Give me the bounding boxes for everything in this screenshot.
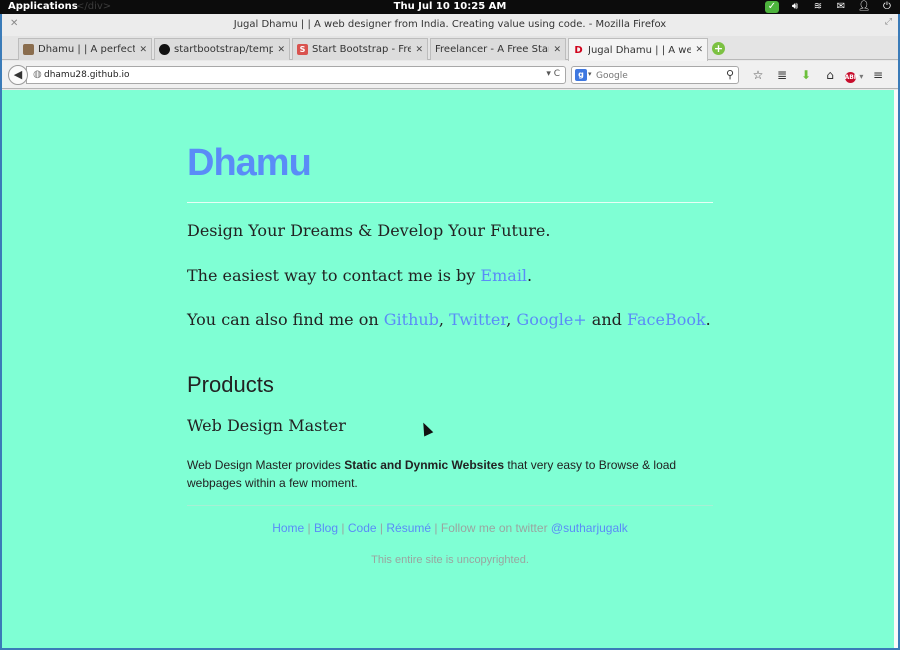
url-dropdown-reload-icon[interactable]: ▾ C xyxy=(546,69,560,79)
copyright-text: This entire site is uncopyrighted. xyxy=(371,554,529,566)
footer-resume-link[interactable]: Résumé xyxy=(386,521,431,535)
search-icon[interactable]: ⚲ xyxy=(726,68,734,81)
download-icon[interactable]: ⬇ xyxy=(794,68,818,82)
search-engine-dropdown-icon[interactable]: ▾ xyxy=(588,70,592,78)
tab-startbootstrap-templates[interactable]: startbootstrap/templates/f... ✕ xyxy=(154,38,290,60)
site-brand[interactable]: Dhamu xyxy=(187,142,312,185)
divider xyxy=(187,202,713,203)
home-icon[interactable]: ⌂ xyxy=(818,68,842,82)
github-icon xyxy=(159,44,170,55)
d-favicon-icon: D xyxy=(574,44,583,56)
startbootstrap-icon: S xyxy=(297,44,308,55)
social-line: You can also find me on Github, Twitter,… xyxy=(187,310,711,329)
update-ok-icon[interactable]: ✓ xyxy=(765,1,779,13)
facebook-link[interactable]: FaceBook xyxy=(627,310,706,329)
footer-blog-link[interactable]: Blog xyxy=(314,521,338,535)
user-icon[interactable]: 👤︎ xyxy=(857,1,871,13)
footer-home-link[interactable]: Home xyxy=(272,521,304,535)
tab-bar: Dhamu | | A perfect web d... ✕ startboot… xyxy=(2,36,898,61)
photo-favicon-icon xyxy=(23,44,34,55)
googleplus-link[interactable]: Google+ xyxy=(516,310,586,329)
window-maximize-icon[interactable]: ⤢ xyxy=(885,17,892,27)
tab-start-bootstrap[interactable]: S Start Bootstrap - Free Resp... ✕ xyxy=(292,38,428,60)
mouse-cursor-icon xyxy=(418,420,434,437)
tagline: Design Your Dreams & Develop Your Future… xyxy=(187,221,551,240)
bookmark-star-icon[interactable]: ☆ xyxy=(746,68,770,82)
footer-divider xyxy=(187,505,713,506)
social-prefix: You can also find me on xyxy=(187,310,384,329)
tab-label: Freelancer - A Free Start Bootst... xyxy=(435,44,549,55)
ghost-text: </div> xyxy=(76,1,112,12)
navigation-toolbar: ◍ ▾ C ◀ g ▾ ⚲ ☆ ≣ ⬇ ⌂ ABP ▾ ≡ xyxy=(2,61,898,89)
page-viewport: Dhamu Design Your Dreams & Develop Your … xyxy=(2,90,898,648)
power-icon[interactable]: ⏻ xyxy=(880,1,894,13)
tab-jugal-dhamu[interactable]: D Jugal Dhamu | | A web des... ✕ xyxy=(568,38,708,61)
system-panel: Applications </div> Thu Jul 10 10:25 AM … xyxy=(0,0,900,14)
follow-text: Follow me on twitter xyxy=(440,521,548,535)
product-name: Web Design Master xyxy=(187,416,346,435)
tab-label: Dhamu | | A perfect web d... xyxy=(38,44,136,55)
tab-close-icon[interactable]: ✕ xyxy=(695,45,703,55)
social-suffix: . xyxy=(705,310,711,329)
applications-menu[interactable]: Applications xyxy=(8,0,78,14)
back-arrow-icon[interactable]: ◀ xyxy=(8,65,28,85)
tab-freelancer[interactable]: Freelancer - A Free Start Bootst... ✕ xyxy=(430,38,566,60)
product-description: Web Design Master provides Static and Dy… xyxy=(187,456,713,492)
volume-icon[interactable]: 🔊︎ xyxy=(788,1,802,13)
github-link[interactable]: Github xyxy=(384,310,439,329)
desc-prefix: Web Design Master provides xyxy=(187,458,345,472)
system-tray: ✓ 🔊︎ ≋ ✉︎ 👤︎ ⏻ xyxy=(765,0,894,14)
footer-links: Home | Blog | Code | Résumé | Follow me … xyxy=(272,521,628,535)
tab-close-icon[interactable]: ✕ xyxy=(553,45,561,55)
products-heading: Products xyxy=(187,372,274,397)
footer-code-link[interactable]: Code xyxy=(348,521,377,535)
toolbar-buttons: ☆ ≣ ⬇ ⌂ ABP ▾ ≡ xyxy=(746,66,890,84)
email-link[interactable]: Email xyxy=(480,266,527,285)
wifi-icon[interactable]: ≋ xyxy=(811,1,825,13)
window-title: Jugal Dhamu | | A web designer from Indi… xyxy=(233,19,667,30)
contact-prefix: The easiest way to contact me is by xyxy=(187,266,481,285)
new-tab-icon[interactable]: + xyxy=(712,42,725,55)
twitter-handle-link[interactable]: @sutharjugalk xyxy=(551,521,628,535)
tab-label: startbootstrap/templates/f... xyxy=(174,44,274,55)
twitter-link[interactable]: Twitter xyxy=(449,310,506,329)
browser-window: ✕ Jugal Dhamu | | A web designer from In… xyxy=(0,14,900,650)
globe-icon: ◍ xyxy=(33,69,42,80)
tab-label: Jugal Dhamu | | A web des... xyxy=(588,44,691,56)
contact-suffix: . xyxy=(527,266,533,285)
scrollbar[interactable] xyxy=(894,90,898,648)
tab-label: Start Bootstrap - Free Resp... xyxy=(312,44,411,55)
desc-bold: Static and Dynmic Websites xyxy=(344,458,505,472)
title-bar: ✕ Jugal Dhamu | | A web designer from In… xyxy=(2,14,898,36)
search-bar[interactable]: g ▾ ⚲ xyxy=(571,66,739,84)
tab-dhamu-perfect[interactable]: Dhamu | | A perfect web d... ✕ xyxy=(18,38,152,60)
google-icon[interactable]: g xyxy=(575,69,587,81)
reading-list-icon[interactable]: ≣ xyxy=(770,68,794,82)
mail-icon[interactable]: ✉︎ xyxy=(834,1,848,13)
contact-line: The easiest way to contact me is by Emai… xyxy=(187,266,532,285)
adblock-icon[interactable]: ABP ▾ xyxy=(842,68,866,83)
url-input[interactable] xyxy=(44,68,484,82)
search-input[interactable] xyxy=(596,69,718,82)
tab-close-icon[interactable]: ✕ xyxy=(139,45,147,55)
tab-close-icon[interactable]: ✕ xyxy=(415,45,423,55)
tab-close-icon[interactable]: ✕ xyxy=(277,45,285,55)
menu-icon[interactable]: ≡ xyxy=(866,68,890,82)
and-text: and xyxy=(586,310,627,329)
url-bar[interactable]: ◍ ▾ C xyxy=(26,66,566,84)
